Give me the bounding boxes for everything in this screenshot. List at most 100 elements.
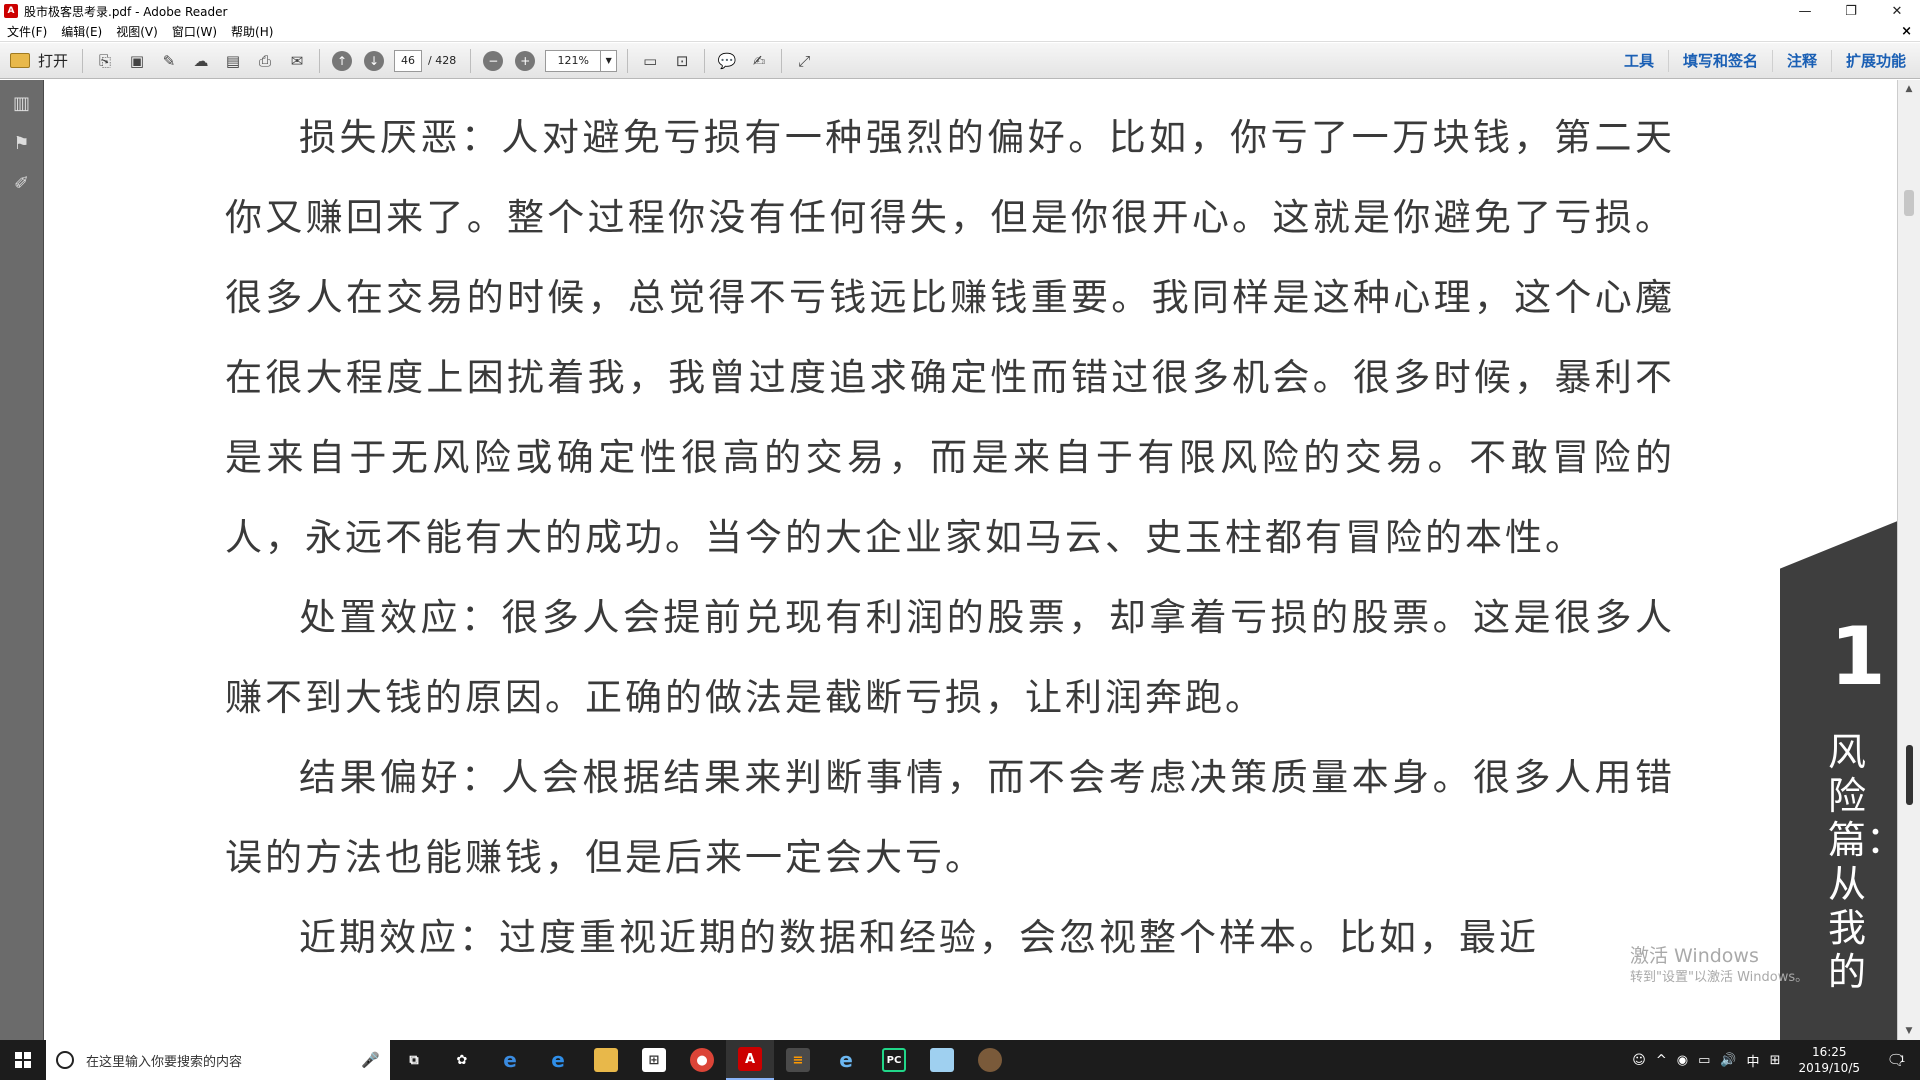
attachment-icon[interactable]: ✐	[11, 172, 33, 194]
notification-count: 1	[1899, 1055, 1906, 1065]
email-icon[interactable]: ✉	[286, 50, 308, 72]
start-button[interactable]	[0, 1040, 46, 1080]
export-pdf-icon[interactable]: ▣	[126, 50, 148, 72]
page-position-indicator[interactable]	[1906, 745, 1913, 805]
open-label: 打开	[38, 52, 69, 70]
menu-view[interactable]: 视图(V)	[109, 23, 165, 40]
app-notes[interactable]	[918, 1040, 966, 1080]
upload-icon[interactable]: ☁	[190, 50, 212, 72]
app-edge[interactable]: e	[534, 1040, 582, 1080]
people-icon[interactable]: ☺	[1632, 1053, 1646, 1068]
vertical-scrollbar[interactable]: ▲ ▼	[1897, 80, 1920, 1040]
network-icon[interactable]: ▭	[1698, 1053, 1710, 1068]
paragraph: 处置效应：很多人会提前兑现有利润的股票，却拿着亏损的股票。这是很多人赚不到大钱的…	[225, 596, 1675, 719]
window-title: 股市极客思考录.pdf - Adobe Reader	[24, 4, 228, 19]
tools-link[interactable]: 工具	[1610, 50, 1668, 72]
task-view-icon: ⧉	[409, 1052, 419, 1068]
menu-edit[interactable]: 编辑(E)	[54, 23, 109, 40]
app-store[interactable]: ⊞	[630, 1040, 678, 1080]
chevron-down-icon[interactable]: ▼	[600, 50, 616, 71]
task-view-button[interactable]: ⧉	[390, 1040, 438, 1080]
adobe-reader-icon: A	[738, 1047, 762, 1071]
minimize-button[interactable]: —	[1782, 0, 1828, 22]
menu-bar: 文件(F) 编辑(E) 视图(V) 窗口(W) 帮助(H) ×	[0, 22, 1920, 42]
swirl-app-icon: ✿	[456, 1052, 468, 1068]
clock[interactable]: 16:25 2019/10/5	[1790, 1044, 1868, 1076]
sublime-icon: ≡	[786, 1048, 810, 1072]
page-total: / 428	[428, 54, 457, 67]
open-button[interactable]: 打开	[0, 50, 76, 71]
app-ie[interactable]: e	[486, 1040, 534, 1080]
pages-thumbnail-icon[interactable]: ▥	[11, 92, 33, 114]
store-icon: ⊞	[642, 1048, 666, 1072]
close-button[interactable]: ✕	[1874, 0, 1920, 22]
document-view[interactable]: 损失厌恶：人对避免亏损有一种强烈的偏好。比如，你亏了一万块钱，第二天你又赚回来了…	[45, 80, 1897, 1040]
scroll-up-icon[interactable]: ▲	[1898, 80, 1920, 98]
microphone-icon[interactable]: 🎤	[361, 1051, 380, 1069]
previous-page-icon[interactable]: ↑	[332, 50, 353, 71]
app-explorer[interactable]	[582, 1040, 630, 1080]
app-pinned-1[interactable]: ✿	[438, 1040, 486, 1080]
volume-icon[interactable]: 🔊	[1720, 1053, 1736, 1068]
keyboard-icon[interactable]: ⊞	[1770, 1053, 1781, 1068]
search-placeholder: 在这里输入你要搜索的内容	[86, 1054, 243, 1070]
print-icon[interactable]: ⎙	[254, 50, 276, 72]
next-page-icon[interactable]: ↓	[364, 50, 385, 71]
zoom-in-icon[interactable]: +	[515, 50, 536, 71]
pycharm-icon: PC	[882, 1048, 906, 1072]
notes-icon	[930, 1048, 954, 1072]
fullscreen-icon[interactable]: ⤢	[793, 50, 815, 72]
watermark-line2: 转到"设置"以激活 Windows。	[1630, 970, 1809, 985]
app-ie-2[interactable]: e	[822, 1040, 870, 1080]
notification-center-button[interactable]: 🗨 1	[1878, 1051, 1914, 1069]
chrome-icon: ●	[690, 1048, 714, 1072]
fit-width-icon[interactable]: ⊡	[671, 50, 693, 72]
scroll-thumb[interactable]	[1904, 190, 1914, 216]
taskbar-search[interactable]: 在这里输入你要搜索的内容 🎤	[46, 1040, 390, 1080]
create-pdf-icon[interactable]: ⎘	[94, 50, 116, 72]
title-bar: A 股市极客思考录.pdf - Adobe Reader — ❐ ✕	[0, 0, 1920, 22]
fill-sign-link[interactable]: 填写和签名	[1667, 49, 1772, 72]
toolbar-divider	[319, 48, 321, 73]
ie-icon: e	[839, 1048, 853, 1072]
clock-time: 16:25	[1811, 1045, 1847, 1059]
app-adobe-reader[interactable]: A	[726, 1040, 774, 1080]
restore-button[interactable]: ❐	[1828, 0, 1874, 22]
app-sublime[interactable]: ≡	[774, 1040, 822, 1080]
toolbar-divider	[82, 48, 84, 73]
app-pycharm[interactable]: PC	[870, 1040, 918, 1080]
folder-icon	[10, 53, 30, 68]
chevron-up-icon[interactable]: ^	[1656, 1053, 1667, 1068]
app-icon	[978, 1048, 1002, 1072]
save-icon[interactable]: ▤	[222, 50, 244, 72]
tray-app-icon[interactable]: ◉	[1677, 1053, 1688, 1068]
menu-file[interactable]: 文件(F)	[0, 23, 54, 40]
page-text: 损失厌恶：人对避免亏损有一种强烈的偏好。比如，你亏了一万块钱，第二天你又赚回来了…	[225, 98, 1675, 978]
app-other[interactable]	[966, 1040, 1014, 1080]
watermark-line1: 激活 Windows	[1630, 945, 1759, 967]
chapter-number: 1	[1830, 610, 1886, 703]
comment-icon[interactable]: 💬	[716, 50, 738, 72]
paragraph: 近期效应：过度重视近期的数据和经验，会忽视整个样本。比如，最近	[299, 916, 1539, 959]
extended-link[interactable]: 扩展功能	[1830, 49, 1920, 72]
app-chrome[interactable]: ●	[678, 1040, 726, 1080]
paragraph: 损失厌恶：人对避免亏损有一种强烈的偏好。比如，你亏了一万块钱，第二天你又赚回来了…	[225, 116, 1675, 559]
toolbar-divider	[627, 48, 629, 73]
bookmark-icon[interactable]: ⚑	[11, 132, 33, 154]
comment-link[interactable]: 注释	[1771, 49, 1831, 72]
zoom-value: 121%	[557, 54, 589, 67]
scroll-down-icon[interactable]: ▼	[1898, 1022, 1920, 1040]
highlight-icon[interactable]: ✍	[748, 50, 770, 72]
menu-window[interactable]: 窗口(W)	[165, 23, 224, 40]
fit-page-icon[interactable]: ▭	[639, 50, 661, 72]
toolbar-divider	[470, 48, 472, 73]
taskbar: 在这里输入你要搜索的内容 🎤 ⧉ ✿ e e ⊞ ● A ≡ e PC ☺ ^ …	[0, 1040, 1920, 1080]
zoom-select[interactable]: 121% ▼	[545, 49, 618, 72]
close-document-button[interactable]: ×	[1901, 24, 1912, 39]
ime-indicator[interactable]: 中	[1747, 1051, 1760, 1070]
menu-help[interactable]: 帮助(H)	[224, 23, 280, 40]
page-number-input[interactable]: 46	[394, 49, 423, 72]
adobe-reader-icon: A	[4, 4, 18, 18]
zoom-out-icon[interactable]: −	[483, 50, 504, 71]
edit-pdf-icon[interactable]: ✎	[158, 50, 180, 72]
